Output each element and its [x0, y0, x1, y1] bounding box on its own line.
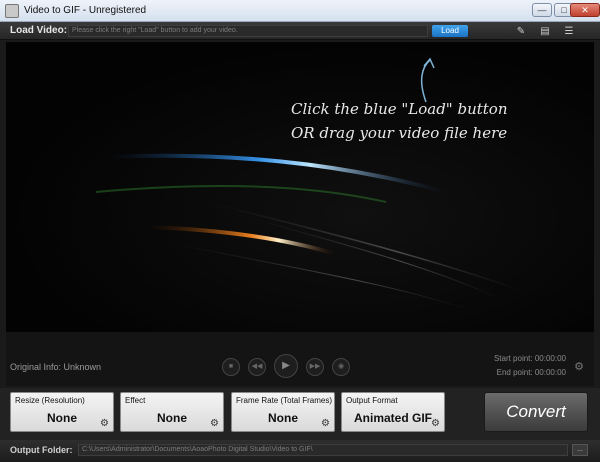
gear-icon[interactable]: ⚙ [574, 360, 584, 373]
load-hint-line-2: OR drag your video file here [291, 124, 508, 142]
resize-value: None [47, 411, 77, 425]
gear-icon[interactable]: ⚙ [100, 418, 109, 429]
video-path-field[interactable]: Please click the right "Load" button to … [68, 25, 428, 37]
load-video-bar: Load Video: Please click the right "Load… [0, 22, 600, 40]
original-info: Original Info: Unknown [10, 362, 102, 372]
effect-title: Effect [125, 396, 146, 405]
snapshot-button[interactable]: ◉ [332, 358, 350, 376]
output-format-title: Output Format [346, 396, 398, 405]
start-point: Start point: 00:00:00 [493, 354, 566, 363]
light-streaks-graphic [95, 57, 527, 313]
frame-rate-option[interactable]: Frame Rate (Total Frames) None ⚙ [231, 392, 335, 432]
browse-folder-button[interactable]: ... [572, 444, 588, 456]
output-format-value: Animated GIF [353, 411, 432, 425]
document-icon[interactable]: ☰ [562, 25, 576, 38]
gear-icon[interactable]: ⚙ [210, 418, 219, 429]
playback-bar: Original Info: Unknown ■ ◀◀ ▶ ▶▶ ◉ Start… [6, 332, 594, 386]
effect-value: None [157, 411, 187, 425]
output-folder-path[interactable]: C:\Users\Administrator\Documents\AoaoPho… [78, 444, 568, 456]
output-folder-label: Output Folder: [10, 445, 73, 455]
comment-icon[interactable]: ▤ [538, 25, 552, 38]
load-video-label: Load Video: [10, 25, 68, 36]
convert-button[interactable]: Convert [484, 392, 588, 432]
stop-button[interactable]: ■ [222, 358, 240, 376]
app-icon [5, 4, 19, 18]
video-preview[interactable]: Click the blue "Load" button OR drag you… [6, 42, 594, 332]
frame-rate-title: Frame Rate (Total Frames) [236, 396, 333, 405]
gear-icon[interactable]: ⚙ [431, 418, 440, 429]
minimize-button[interactable]: — [532, 3, 552, 17]
close-button[interactable]: ✕ [570, 3, 600, 17]
frame-rate-value: None [268, 411, 298, 425]
load-hint-line-1: Click the blue "Load" button [291, 100, 508, 118]
resize-title: Resize (Resolution) [15, 396, 85, 405]
output-format-option[interactable]: Output Format Animated GIF ⚙ [341, 392, 445, 432]
tag-icon[interactable]: ✎ [514, 25, 528, 38]
play-button[interactable]: ▶ [274, 354, 298, 378]
end-point: End point: 00:00:00 [496, 368, 566, 377]
effect-option[interactable]: Effect None ⚙ [120, 392, 224, 432]
gear-icon[interactable]: ⚙ [321, 418, 330, 429]
options-panel: Resize (Resolution) None ⚙ Effect None ⚙… [0, 388, 600, 440]
resize-option[interactable]: Resize (Resolution) None ⚙ [10, 392, 114, 432]
output-folder-bar: Output Folder: C:\Users\Administrator\Do… [0, 440, 600, 462]
load-button[interactable]: Load [432, 25, 468, 37]
next-frame-button[interactable]: ▶▶ [306, 358, 324, 376]
previous-frame-button[interactable]: ◀◀ [248, 358, 266, 376]
window-title: Video to GIF - Unregistered [24, 5, 147, 16]
title-bar: Video to GIF - Unregistered — □ ✕ [0, 0, 600, 22]
